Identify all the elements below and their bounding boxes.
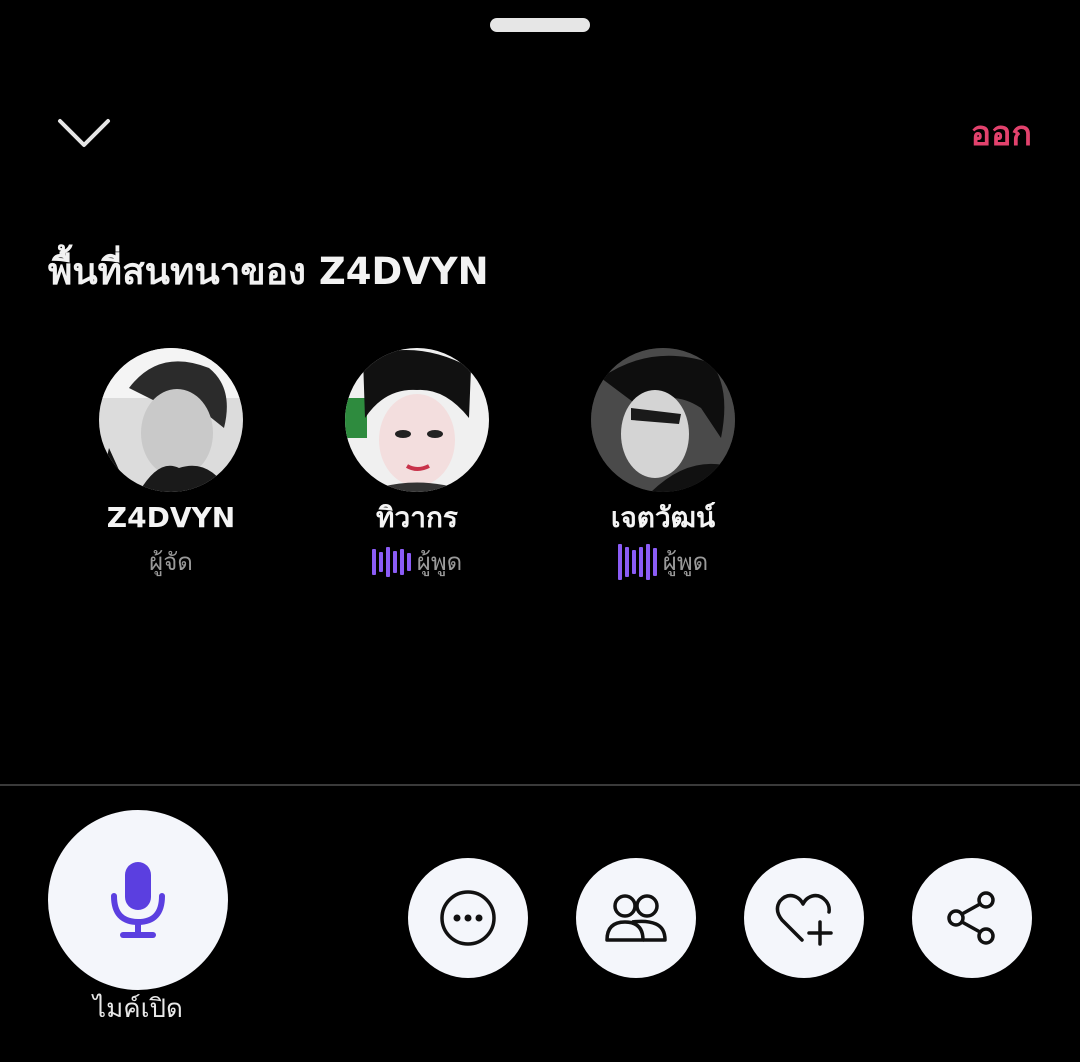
people-icon — [605, 894, 667, 942]
chevron-down-icon — [58, 119, 110, 147]
divider — [0, 784, 1080, 786]
avatar[interactable] — [345, 348, 489, 492]
participant-speaker[interactable]: ทิวากร ผู้พูด — [317, 348, 517, 582]
participant-name: เจตวัฒน์ — [610, 501, 716, 534]
participant-host[interactable]: Z4DVYN ผู้จัด — [71, 348, 271, 582]
participant-name: ทิวากร — [376, 501, 458, 534]
add-reaction-button[interactable] — [744, 858, 864, 978]
participant-role: ผู้จัด — [149, 548, 193, 576]
mic-toggle-button[interactable] — [48, 810, 228, 990]
space-title: พื้นที่สนทนาของ Z4DVYN — [48, 250, 489, 293]
microphone-icon — [111, 862, 165, 938]
share-icon — [947, 891, 995, 945]
participant-name: Z4DVYN — [106, 501, 236, 534]
mic-status-label: ไมค์เปิด — [93, 994, 183, 1024]
more-options-icon — [440, 890, 496, 946]
participant-speaker[interactable]: เจตวัฒน์ ผู้พูด — [563, 348, 763, 582]
speaking-indicator-icon — [371, 547, 411, 577]
share-button[interactable] — [912, 858, 1032, 978]
speaking-indicator-icon — [617, 544, 657, 580]
more-options-button[interactable] — [408, 858, 528, 978]
avatar[interactable] — [591, 348, 735, 492]
collapse-button[interactable] — [50, 105, 118, 161]
participants-button[interactable] — [576, 858, 696, 978]
participant-role: ผู้พูด — [416, 548, 463, 576]
heart-add-icon — [775, 893, 833, 946]
avatar[interactable] — [99, 348, 243, 492]
participant-role: ผู้พูด — [662, 548, 709, 576]
sheet-grab-handle[interactable] — [490, 18, 590, 32]
leave-button[interactable]: ออก — [971, 112, 1032, 156]
